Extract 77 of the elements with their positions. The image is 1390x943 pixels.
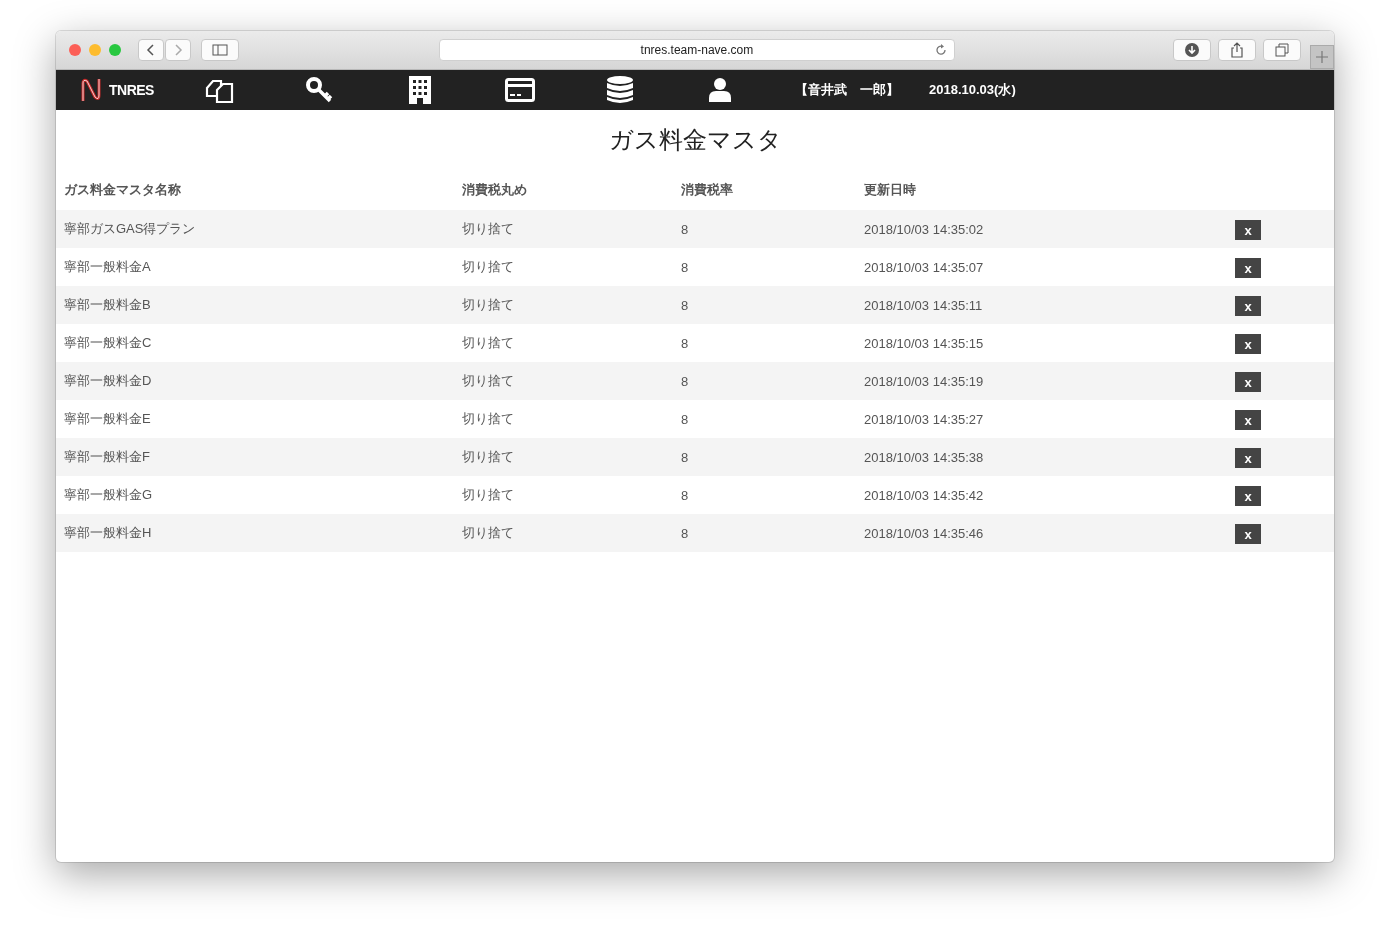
- current-date: 2018.10.03(水): [929, 81, 1016, 99]
- table-cell-text: 寧部一般料金H: [64, 524, 153, 542]
- table-cell-text: 2018/10/03 14:35:46: [864, 525, 985, 541]
- new-tab-button[interactable]: [1310, 45, 1334, 69]
- table-cell-text: 切り捨て: [462, 486, 515, 504]
- delete-button[interactable]: x: [1235, 258, 1261, 278]
- user-name: 【音井武 一郎】: [795, 81, 900, 99]
- table-cell-text: 2018/10/03 14:35:07: [864, 259, 985, 275]
- table-cell-text: 切り捨て: [462, 410, 515, 428]
- table-cell-text: 切り捨て: [462, 220, 515, 238]
- delete-button[interactable]: x: [1235, 410, 1261, 430]
- table-cell-text: 切り捨て: [462, 524, 515, 542]
- close-window-button[interactable]: [69, 44, 81, 56]
- logo-icon: [79, 77, 103, 103]
- table-cell-text: 寧部ガスGAS得プラン: [64, 220, 197, 238]
- address-bar[interactable]: tnres.team-nave.com: [438, 39, 956, 61]
- table-cell-text: 2018/10/03 14:35:02: [864, 221, 985, 237]
- credit-card-icon[interactable]: [505, 78, 535, 102]
- reload-icon[interactable]: [935, 44, 948, 56]
- back-button[interactable]: [138, 39, 164, 61]
- column-header: 更新日時: [864, 181, 917, 199]
- table-cell-text: 2018/10/03 14:35:19: [864, 373, 985, 389]
- table-cell-text: 切り捨て: [462, 296, 515, 314]
- building-icon[interactable]: [409, 76, 431, 104]
- table-cell-text: 寧部一般料金F: [64, 448, 151, 466]
- table-cell-text: 8: [681, 221, 690, 237]
- column-header: ガス料金マスタ名称: [64, 181, 182, 199]
- download-icon: [1185, 43, 1200, 57]
- key-icon[interactable]: [306, 77, 334, 103]
- logo-text[interactable]: TNRES: [109, 82, 154, 98]
- database-icon[interactable]: [607, 76, 633, 104]
- delete-button[interactable]: x: [1235, 296, 1261, 316]
- tabs-icon: [1275, 43, 1290, 57]
- table-cell-text: 2018/10/03 14:35:11: [864, 297, 984, 313]
- table-cell-text: 2018/10/03 14:35:42: [864, 487, 985, 503]
- table-cell-text: 8: [681, 411, 690, 427]
- table-cell-text: 寧部一般料金E: [64, 410, 152, 428]
- delete-button[interactable]: x: [1235, 372, 1261, 392]
- forward-icon: [173, 43, 183, 57]
- table-cell-text: 8: [681, 297, 690, 313]
- table-cell-text: 切り捨て: [462, 448, 515, 466]
- table-cell-text: 8: [681, 449, 690, 465]
- table-cell-text: 切り捨て: [462, 372, 515, 390]
- table-cell-text: 寧部一般料金B: [64, 296, 152, 314]
- table-cell-text: 寧部一般料金A: [64, 258, 152, 276]
- delete-button[interactable]: x: [1235, 524, 1261, 544]
- table-cell-text: 8: [681, 525, 690, 541]
- column-header: 消費税丸め: [462, 181, 528, 199]
- table-cell-text: 8: [681, 487, 690, 503]
- table-cell-text: 寧部一般料金G: [64, 486, 154, 504]
- back-icon: [146, 43, 156, 57]
- table-cell-text: 切り捨て: [462, 334, 515, 352]
- sidebar-icon: [211, 44, 228, 56]
- table-cell-text: 寧部一般料金D: [64, 372, 153, 390]
- user-icon[interactable]: [709, 78, 731, 102]
- table-cell-text: 2018/10/03 14:35:38: [864, 449, 985, 465]
- tabs-button[interactable]: [1263, 39, 1302, 61]
- share-icon: [1230, 42, 1245, 58]
- delete-button[interactable]: x: [1235, 334, 1261, 354]
- plus-icon: [1316, 51, 1329, 63]
- page-title: ガス料金マスタ: [607, 125, 783, 155]
- table-cell-text: 8: [681, 335, 690, 351]
- delete-button[interactable]: x: [1235, 220, 1261, 240]
- sidebar-button[interactable]: [201, 39, 239, 61]
- table-cell-text: 切り捨て: [462, 258, 515, 276]
- table-cell-text: 2018/10/03 14:35:27: [864, 411, 985, 427]
- table-cell-text: 8: [681, 259, 690, 275]
- column-header: 消費税率: [681, 181, 734, 199]
- table-cell-text: 2018/10/03 14:35:15: [864, 335, 985, 351]
- delete-button[interactable]: x: [1235, 448, 1261, 468]
- table-cell-text: 寧部一般料金C: [64, 334, 153, 352]
- table-cell-text: 8: [681, 373, 690, 389]
- forward-button[interactable]: [165, 39, 191, 61]
- zoom-window-button[interactable]: [109, 44, 121, 56]
- share-button[interactable]: [1218, 39, 1257, 61]
- download-button[interactable]: [1173, 39, 1212, 61]
- delete-button[interactable]: x: [1235, 486, 1261, 506]
